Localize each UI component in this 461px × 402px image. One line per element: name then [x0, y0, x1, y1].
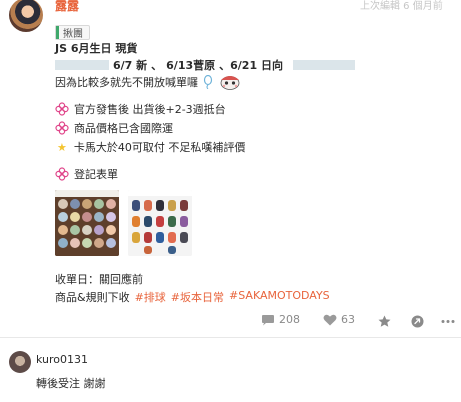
author-name[interactable]: 露露 — [55, 0, 79, 14]
divider — [0, 337, 461, 338]
hashtag-2[interactable]: #坂本日常 — [171, 289, 224, 305]
like-button[interactable]: 63 — [323, 313, 355, 326]
bullet-text-3: 卡馬大於40可取付 不足私嘆補評價 — [73, 141, 246, 154]
comment-icon — [262, 314, 274, 325]
flower-icon — [55, 167, 69, 181]
hashtag-3[interactable]: #SAKAMOTODAYS — [229, 289, 330, 305]
share-button[interactable] — [411, 313, 424, 332]
sticker-icon — [220, 76, 240, 90]
form-link-label[interactable]: 登記表單 — [74, 166, 118, 182]
balloon-icon — [203, 75, 213, 89]
bullet-line-1: 官方發售後 出貨後+2-3週抵台 — [55, 101, 226, 117]
post-tag-label: 揪團 — [63, 29, 83, 40]
flower-icon — [55, 121, 69, 135]
note-text: 因為比較多就先不開放喊單囉 — [55, 76, 198, 89]
heart-icon — [323, 314, 337, 325]
date-3: 、6/21 日向 — [219, 59, 283, 72]
date-separator: 、 — [151, 59, 163, 72]
post-tag[interactable]: 揪團 — [55, 25, 90, 40]
comment-text: 轉後受注 謝謝 — [36, 377, 106, 390]
edit-timestamp: 上次編輯 6 個月前 — [360, 1, 443, 12]
redacted-text — [55, 60, 109, 70]
hashtag-1[interactable]: #排球 — [135, 289, 166, 305]
more-button[interactable] — [441, 313, 455, 332]
product-image-1[interactable] — [55, 190, 119, 256]
note-line: 因為比較多就先不開放喊單囉 — [55, 74, 241, 90]
comment-count-button[interactable]: 208 — [261, 313, 300, 326]
bullet-text-2: 商品價格已含國際運 — [74, 122, 173, 135]
bullet-line-3: ★ 卡馬大於40可取付 不足私嘆補評價 — [57, 139, 245, 155]
flower-icon — [55, 102, 69, 116]
deadline-text: 收單日：關回應前 — [55, 273, 143, 286]
star-bullet-icon: ★ — [57, 140, 67, 154]
share-icon — [411, 315, 424, 328]
rules-line: 商品&規則下收 #排球 #坂本日常 #SAKAMOTODAYS — [55, 289, 330, 305]
form-link[interactable]: 登記表單 — [55, 166, 118, 182]
more-icon — [441, 320, 455, 323]
date-1: 6/7 新 — [113, 59, 148, 72]
author-avatar[interactable] — [9, 0, 43, 32]
product-image-2[interactable] — [128, 190, 192, 256]
figure-grid-graphic — [128, 190, 192, 256]
commenter-name[interactable]: kuro0131 — [36, 353, 88, 366]
commenter-avatar[interactable] — [9, 351, 31, 373]
tag-color-bar — [56, 26, 59, 39]
bullet-text-1: 官方發售後 出貨後+2-3週抵台 — [74, 103, 226, 116]
date-line: 6/7 新 、 6/13菅原 、6/21 日向 — [55, 57, 355, 73]
rules-text: 商品&規則下收 — [55, 291, 130, 304]
date-2: 6/13菅原 — [166, 59, 216, 72]
post-title: JS 6月生日 現貨 — [55, 42, 138, 55]
redacted-text — [292, 60, 355, 70]
star-icon — [378, 315, 391, 327]
save-button[interactable] — [378, 313, 391, 332]
like-count: 63 — [341, 313, 355, 326]
bullet-line-2: 商品價格已含國際運 — [55, 120, 173, 136]
comment-count: 208 — [279, 313, 300, 326]
badge-grid-graphic — [55, 190, 119, 256]
